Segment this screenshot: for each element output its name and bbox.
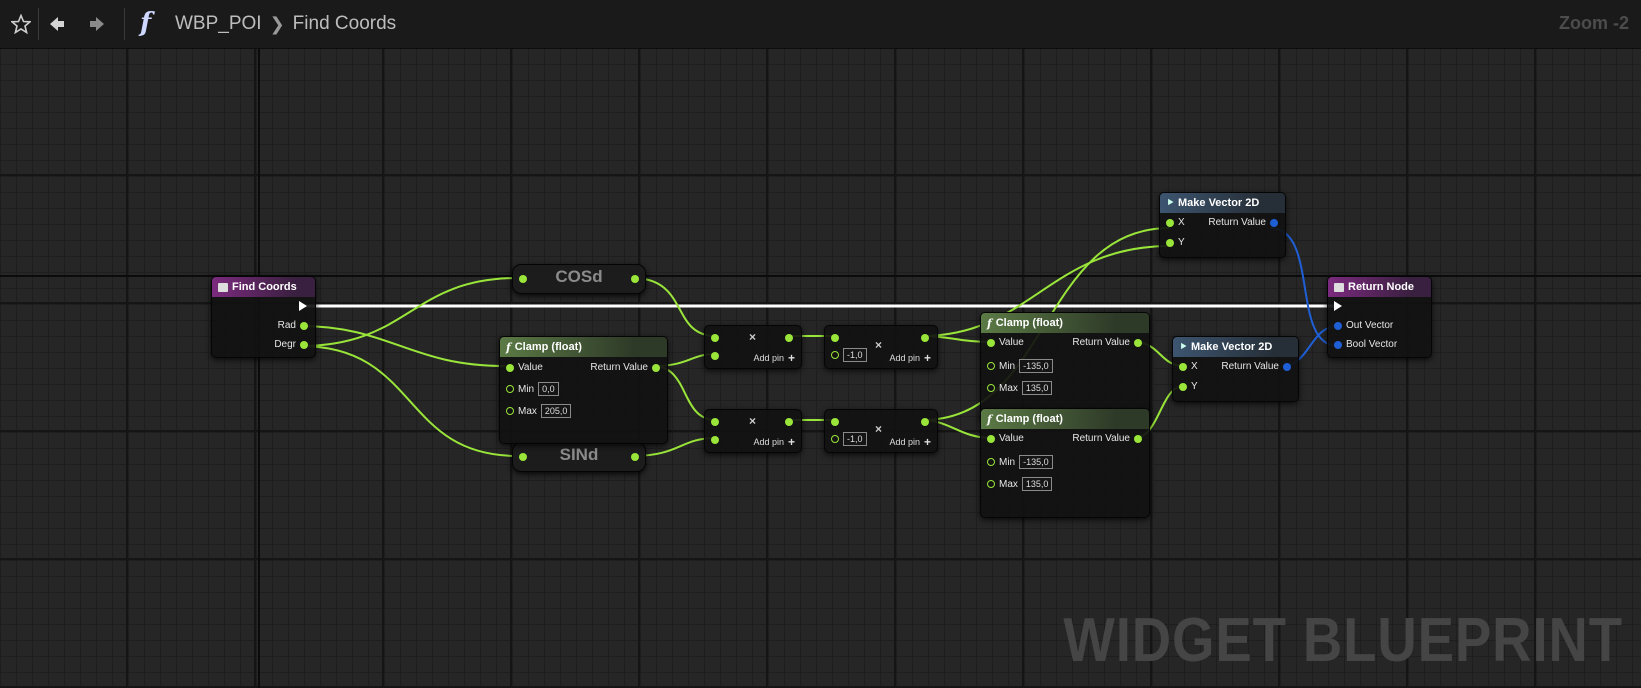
graph-canvas[interactable]: WIDGET BLUEPRINT Find Coords Rad Degr CO… <box>0 48 1641 688</box>
clamp-top-min-input[interactable]: -135,0 <box>1019 359 1053 373</box>
plus-icon: + <box>787 435 795 449</box>
neg-bottom-b-pin[interactable]: -1,0 <box>831 432 867 446</box>
chevron-right-icon: ❯ <box>269 13 285 34</box>
add-pin-button[interactable]: Add pin + <box>753 351 795 365</box>
return-node-icon <box>1334 282 1344 292</box>
mult-bottom-out-pin[interactable] <box>785 418 793 426</box>
neg-bottom-a-pin[interactable] <box>831 418 839 426</box>
clamp-min-input[interactable]: 0,0 <box>538 382 559 396</box>
star-icon[interactable] <box>6 8 36 40</box>
clamp-bottom-max-pin[interactable]: Max 135,0 <box>987 477 1053 491</box>
struct-icon: ⯈ <box>1166 197 1174 209</box>
multiply-icon: × <box>749 330 757 344</box>
clamp-max-input[interactable]: 205,0 <box>540 404 572 418</box>
sind-title: SINd <box>559 445 599 464</box>
plus-icon: + <box>923 435 931 449</box>
multiply-icon: × <box>875 422 883 436</box>
clamp-top-value-pin[interactable]: Value <box>987 337 1024 348</box>
function-icon: f <box>987 412 992 426</box>
bool-vector-pin[interactable]: Bool Vector <box>1334 339 1397 350</box>
plus-icon: + <box>787 351 795 365</box>
breadcrumb-function[interactable]: Find Coords <box>293 13 397 35</box>
function-icon: f <box>506 340 511 354</box>
make-vector-node-top[interactable]: ⯈ Make Vector 2D X Return Value Y <box>1159 192 1286 258</box>
clamp-top-max-pin[interactable]: Max 135,0 <box>987 381 1053 395</box>
clamp-node-top[interactable]: f Clamp (float) Value Return Value Min -13… <box>980 312 1150 422</box>
plus-icon: + <box>923 351 931 365</box>
neg-top-b-pin[interactable]: -1,0 <box>831 348 867 362</box>
degr-pin[interactable]: Degr <box>274 339 308 350</box>
clamp-value-pin[interactable]: Value <box>506 362 543 373</box>
mult-top-out-pin[interactable] <box>785 334 793 342</box>
rad-pin[interactable]: Rad <box>278 320 308 331</box>
wire-degr-sind <box>299 345 519 457</box>
neg-top-out-pin[interactable] <box>921 334 929 342</box>
breadcrumb-asset[interactable]: WBP_POI <box>175 13 262 35</box>
vec-top-x-pin[interactable]: X <box>1166 217 1185 228</box>
graph-wires <box>299 227 1340 457</box>
exec-in-pin[interactable] <box>1334 301 1342 311</box>
add-pin-button[interactable]: Add pin + <box>889 435 931 449</box>
clamp-bottom-min-input[interactable]: -135,0 <box>1019 455 1053 469</box>
clamp-bottom-value-pin[interactable]: Value <box>987 433 1024 444</box>
clamp-bottom-return-pin[interactable]: Return Value <box>1072 433 1142 444</box>
clamp-top-max-input[interactable]: 135,0 <box>1021 381 1053 395</box>
vec-top-y-pin[interactable]: Y <box>1166 237 1185 248</box>
mult-bottom-b-pin[interactable] <box>711 436 719 444</box>
zoom-level: Zoom -2 <box>1559 13 1629 33</box>
clamp-node-main[interactable]: f Clamp (float) Value Return Value Min 0,0… <box>499 336 668 444</box>
make-vector-node-bottom[interactable]: ⯈ Make Vector 2D X Return Value Y <box>1172 336 1299 402</box>
neg-top-input[interactable]: -1,0 <box>843 348 867 362</box>
back-arrow-icon[interactable] <box>42 8 72 40</box>
mult-bottom-a-pin[interactable] <box>711 418 719 426</box>
cosd-title: COSd <box>555 267 603 286</box>
wire-rad-clamp <box>299 325 506 367</box>
vec-bottom-y-pin[interactable]: Y <box>1179 381 1198 392</box>
clamp-node-bottom[interactable]: f Clamp (float) Value Return Value Min -13… <box>980 408 1150 518</box>
function-icon: f <box>140 8 152 38</box>
entry-node-title: Find Coords <box>232 281 297 293</box>
clamp-top-return-pin[interactable]: Return Value <box>1072 337 1142 348</box>
neg-bottom-input[interactable]: -1,0 <box>843 432 867 446</box>
mult-top-a-pin[interactable] <box>711 334 719 342</box>
graph-toolbar: f WBP_POI ❯ Find Coords Zoom -2 <box>0 0 1641 49</box>
struct-icon: ⯈ <box>1179 341 1187 353</box>
mult-top-b-pin[interactable] <box>711 352 719 360</box>
multiply-icon: × <box>749 414 757 428</box>
multiply-neg-node-top[interactable]: -1,0 × Add pin + <box>824 325 938 369</box>
add-pin-button[interactable]: Add pin + <box>753 435 795 449</box>
sind-out-pin[interactable] <box>631 453 639 461</box>
add-pin-button[interactable]: Add pin + <box>889 351 931 365</box>
vec-top-return-pin[interactable]: Return Value <box>1208 217 1278 228</box>
exec-out-pin[interactable] <box>299 301 307 311</box>
sind-node[interactable]: SINd <box>512 442 646 472</box>
cosd-node[interactable]: COSd <box>512 264 646 294</box>
forward-arrow-icon[interactable] <box>82 8 112 40</box>
multiply-neg-node-bottom[interactable]: -1,0 × Add pin + <box>824 409 938 453</box>
neg-bottom-out-pin[interactable] <box>921 418 929 426</box>
clamp-bottom-min-pin[interactable]: Min -135,0 <box>987 455 1053 469</box>
cosd-out-pin[interactable] <box>631 275 639 283</box>
clamp-top-min-pin[interactable]: Min -135,0 <box>987 359 1053 373</box>
multiply-node-bottom[interactable]: × Add pin + <box>704 409 802 453</box>
clamp-min-pin[interactable]: Min 0,0 <box>506 382 559 396</box>
neg-top-a-pin[interactable] <box>831 334 839 342</box>
clamp-return-pin[interactable]: Return Value <box>590 362 660 373</box>
wire-degr-cosd <box>299 277 519 347</box>
vec-bottom-return-pin[interactable]: Return Value <box>1221 361 1291 372</box>
multiply-icon: × <box>875 338 883 352</box>
function-icon: f <box>987 316 992 330</box>
out-vector-pin[interactable]: Out Vector <box>1334 320 1393 331</box>
clamp-max-pin[interactable]: Max 205,0 <box>506 404 572 418</box>
return-node[interactable]: Return Node Out Vector Bool Vector <box>1327 276 1432 358</box>
entry-node[interactable]: Find Coords Rad Degr <box>211 276 316 358</box>
function-entry-icon <box>218 282 228 292</box>
breadcrumb: WBP_POI ❯ Find Coords <box>175 13 396 35</box>
multiply-node-top[interactable]: × Add pin + <box>704 325 802 369</box>
vec-bottom-x-pin[interactable]: X <box>1179 361 1198 372</box>
clamp-bottom-max-input[interactable]: 135,0 <box>1021 477 1053 491</box>
